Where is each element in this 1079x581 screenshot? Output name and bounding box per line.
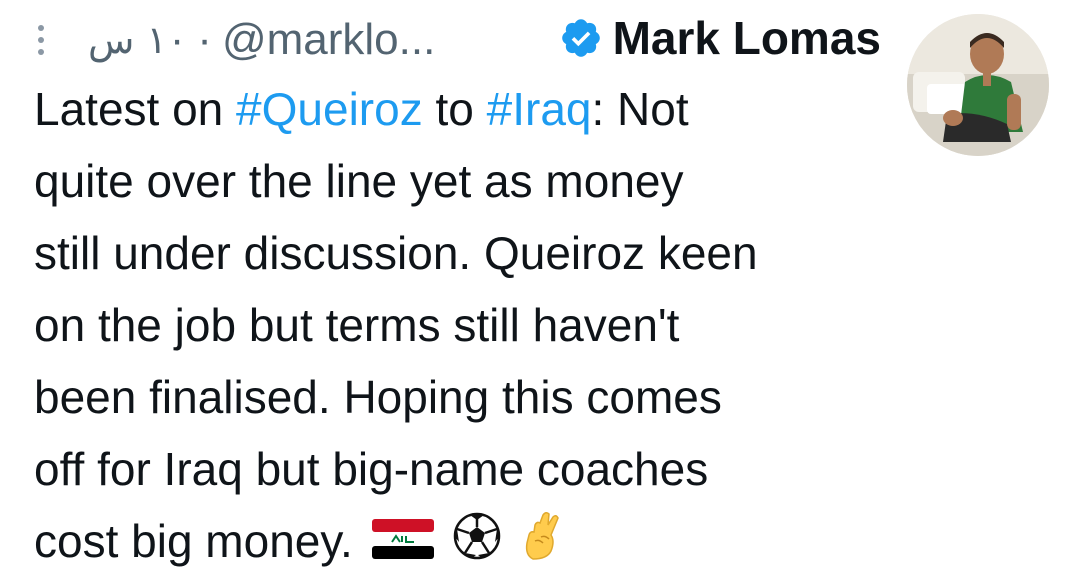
tweet-line-5: been finalised. Hoping this comes [34, 371, 722, 423]
verified-badge-icon [561, 19, 600, 57]
author-handle[interactable]: @marklo... [222, 15, 435, 65]
avatar-photo [907, 14, 1049, 156]
tweet-line-3: still under discussion. Queiroz keen [34, 227, 758, 279]
tweet-line-2: quite over the line yet as money [34, 155, 684, 207]
text-segment: Latest on [34, 83, 237, 135]
menu-dot [38, 37, 44, 43]
hashtag-iraq[interactable]: #Iraq [487, 83, 592, 135]
menu-dot [38, 49, 44, 55]
tweet-line-6: off for Iraq but big-name coaches [34, 443, 709, 495]
soccer-ball-icon [452, 509, 502, 581]
menu-dot [38, 25, 44, 31]
tweet-card: ١٠ س · @marklo... Mark Lomas Latest on #… [0, 0, 1079, 567]
text-segment: : Not [591, 83, 689, 135]
author-avatar[interactable] [907, 14, 1049, 156]
crossed-fingers-icon [521, 509, 565, 581]
tweet-line-7: cost big money. [34, 505, 894, 581]
tweet-time[interactable]: ١٠ س [88, 18, 187, 62]
text-segment: cost big money. [34, 515, 353, 567]
meta-separator: · [197, 15, 212, 64]
tweet-line-1: Latest on #Queiroz to #Iraq: Not [34, 73, 894, 145]
hashtag-queiroz[interactable]: #Queiroz [236, 83, 423, 135]
tweet-meta: ١٠ س · @marklo... [88, 12, 435, 68]
author-name-block[interactable]: Mark Lomas [559, 10, 881, 66]
text-segment: to [422, 83, 487, 135]
tweet-line-4: on the job but terms still haven't [34, 299, 680, 351]
tweet-text: Latest on #Queiroz to #Iraq: Not quite o… [34, 73, 894, 581]
author-display-name: Mark Lomas [612, 12, 881, 64]
more-options-icon[interactable] [30, 18, 52, 62]
iraq-flag-icon [371, 509, 434, 581]
